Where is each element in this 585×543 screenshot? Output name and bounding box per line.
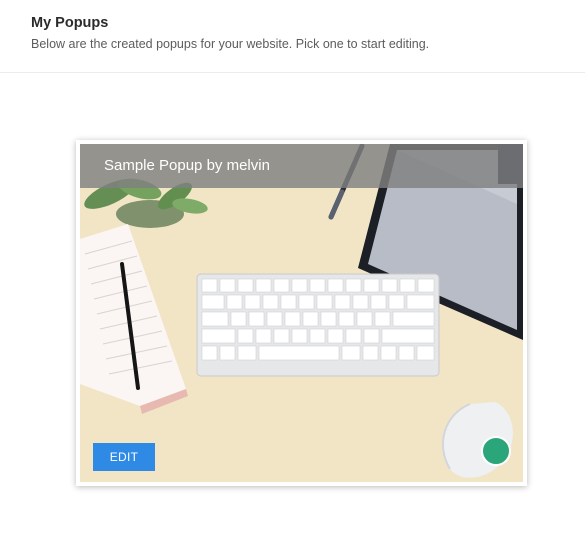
popup-title-bar: Sample Popup by melvin — [80, 144, 523, 188]
popup-title: Sample Popup by melvin — [104, 157, 270, 174]
page-header: My Popups Below are the created popups f… — [0, 0, 585, 73]
popup-card[interactable]: Sample Popup by melvin EDIT — [76, 140, 527, 486]
page-subtitle: Below are the created popups for your we… — [31, 37, 430, 51]
status-indicator — [481, 436, 511, 466]
keyboard — [196, 273, 440, 377]
page-title: My Popups — [31, 15, 109, 31]
popup-preview-image — [80, 144, 523, 482]
edit-button[interactable]: EDIT — [93, 443, 155, 471]
